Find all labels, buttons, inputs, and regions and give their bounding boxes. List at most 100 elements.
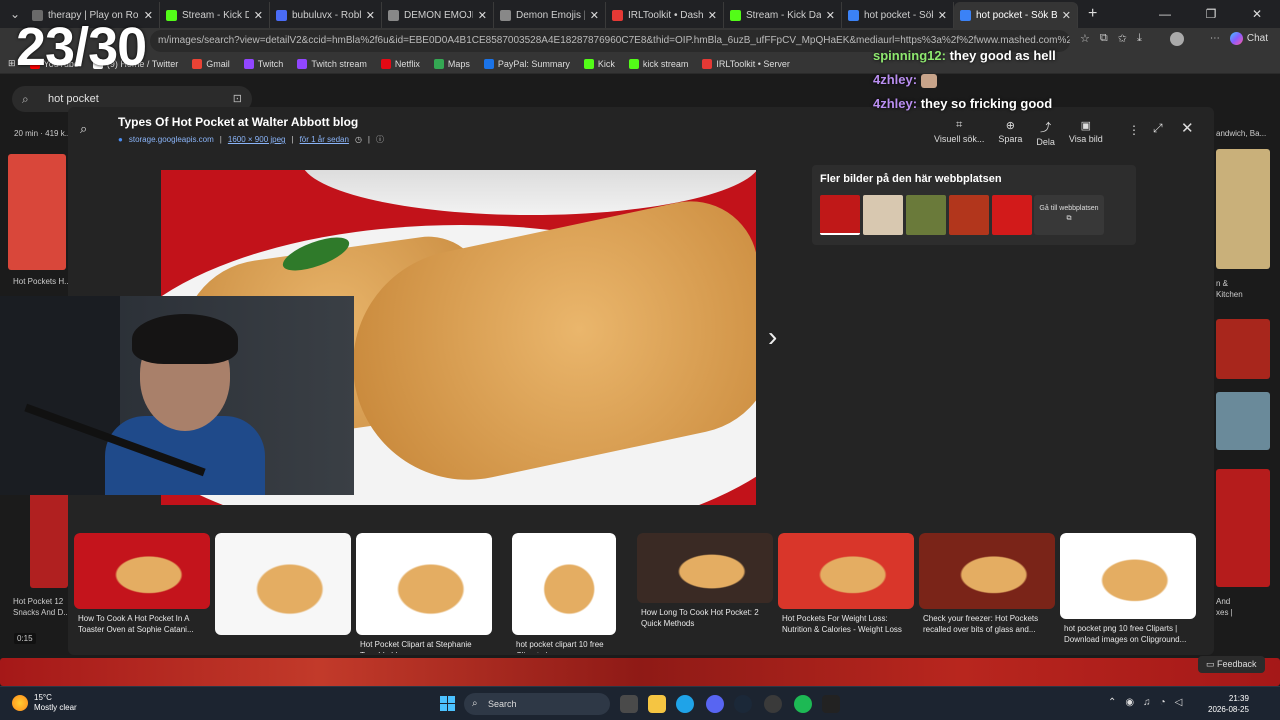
bookmark-item[interactable]: Twitch stream [297,58,367,69]
tray-app-icon[interactable]: ◉ [1125,697,1134,708]
image-dimensions[interactable]: 1600 × 900 jpeg [228,135,286,144]
related-image-thumb [74,533,210,609]
site-thumb[interactable] [820,195,860,235]
visual-search-button[interactable]: ⌗ Visuell sök... [934,119,984,147]
related-image-card[interactable]: hot pocket clipart 10 free Cliparts | [512,533,616,655]
modal-search-icon[interactable]: ⌕ [80,121,87,137]
bookmark-favicon-icon [380,58,391,69]
downloads-icon[interactable]: ⤓ [1137,32,1142,45]
task-view-icon[interactable] [620,695,638,713]
favorites-icon[interactable]: ✩ [1118,32,1127,45]
bookmark-item[interactable]: Kick [583,58,615,69]
close-tab-icon[interactable]: ✕ [590,9,599,22]
site-thumb[interactable] [863,195,903,235]
bg-result-thumb[interactable] [30,492,68,588]
close-tab-icon[interactable]: ✕ [254,9,263,22]
related-image-card[interactable]: Check your freezer: Hot Pockets recalled… [919,533,1055,655]
fullscreen-icon[interactable]: ⤢ [1153,121,1163,136]
save-button[interactable]: ⊕ Spara [998,119,1022,147]
related-image-card[interactable]: hot pocket png 10 free Cliparts | Downlo… [1060,533,1196,655]
bookmark-item[interactable]: Twitch [243,58,283,69]
info-icon[interactable]: ⓘ [376,134,384,145]
bookmark-label: Kick [597,58,615,69]
tray-chevron-icon[interactable]: ⌃ [1108,697,1116,708]
site-thumb[interactable] [992,195,1032,235]
close-tab-icon[interactable]: ✕ [708,9,717,22]
start-button-icon[interactable] [440,696,456,712]
chat-text: they so fricking good [920,96,1053,111]
bookmark-favicon-icon [243,58,254,69]
close-tab-icon[interactable]: ✕ [478,9,487,22]
bg-result-thumb[interactable] [8,154,66,270]
close-tab-icon[interactable]: ✕ [938,9,947,22]
more-icon[interactable]: ⋯ [1210,33,1220,44]
browser-tab[interactable]: Stream - Kick Dashboard ✕ [724,2,842,28]
browser-tab[interactable]: IRLToolkit • Dashboard ✕ [606,2,724,28]
close-window-icon[interactable]: ✕ [1234,0,1280,28]
browser-tab[interactable]: Stream - Kick Dashboard ✕ [160,2,270,28]
more-options-icon[interactable]: ⋮ [1128,123,1140,137]
bg-result-label: Hot Pockets H... [13,277,71,286]
bg-result-thumb[interactable] [1216,149,1270,269]
volume-icon[interactable]: ◁ [1175,697,1183,708]
apps-grid-icon[interactable]: ⊞ [8,58,16,69]
related-image-card[interactable] [215,533,351,655]
view-image-button[interactable]: ▣ Visa bild [1069,119,1103,147]
extensions-icon[interactable]: ⧉ [1100,32,1108,45]
search-icon: ⌕ [22,92,29,106]
close-tab-icon[interactable]: ✕ [366,9,375,22]
next-image-arrow-icon[interactable]: › [768,321,777,353]
bg-result-row-bottom[interactable] [0,658,1280,686]
terminal-icon[interactable] [822,695,840,713]
file-explorer-icon[interactable] [648,695,666,713]
maximize-icon[interactable]: ❐ [1188,0,1234,28]
related-image-card[interactable]: How To Cook A Hot Pocket In A Toaster Ov… [74,533,210,655]
wifi-icon[interactable]: ◔ [1160,697,1166,708]
bg-result-thumb[interactable] [1216,319,1270,379]
browser-tab[interactable]: Demon Emojis | 👿👹 ✕ [494,2,606,28]
obs-icon[interactable] [764,695,782,713]
edge-browser-icon[interactable] [676,695,694,713]
bookmark-item[interactable]: Maps [433,58,470,69]
related-image-card[interactable]: Hot Pocket Clipart at Stephanie Trumble … [356,533,492,655]
close-modal-icon[interactable]: ✕ [1181,119,1194,137]
taskbar: 15°C Mostly clear ⌕ Search ⌃ ◉ ♫ ◔ ◁ 21:39… [0,686,1280,720]
chat-button[interactable]: ⋯ Chat [1210,32,1268,45]
feedback-button[interactable]: ▭ Feedback [1198,656,1265,673]
go-to-site-button[interactable]: Gå till webbplatsen ⧉ [1034,195,1104,235]
browser-tab[interactable]: hot pocket - Sök ✕ [842,2,954,28]
related-image-card[interactable]: Hot Pockets For Weight Loss: Nutrition &… [778,533,914,655]
weather-icon [12,695,28,711]
bookmark-item[interactable]: Gmail [192,58,230,69]
tab-title: DEMON EMOJIO - Sök [404,9,473,21]
spotify-icon[interactable] [794,695,812,713]
action-label: Visuell sök... [934,134,985,144]
minimize-icon[interactable]: — [1142,0,1188,28]
bookmark-item[interactable]: PayPal: Summary [483,58,570,69]
bg-result-thumb[interactable] [1216,469,1270,587]
image-title[interactable]: Types Of Hot Pocket at Walter Abbott blo… [118,115,358,129]
site-thumb[interactable] [906,195,946,235]
weather-widget[interactable]: 15°C Mostly clear [12,693,77,713]
microphone-icon[interactable]: ♫ [1143,697,1151,708]
taskbar-search[interactable]: ⌕ Search [464,693,610,715]
profile-avatar[interactable] [1170,32,1184,46]
related-image-card[interactable]: How Long To Cook Hot Pocket: 2 Quick Met… [637,533,773,655]
image-source-link[interactable]: storage.googleapis.com [129,135,214,144]
bg-result-thumb[interactable] [1216,392,1270,450]
close-tab-icon[interactable]: ✕ [1062,9,1071,22]
steam-icon[interactable] [734,695,752,713]
discord-icon[interactable] [706,695,724,713]
new-tab-icon[interactable]: + [1088,5,1097,23]
browser-tab[interactable]: bubuluvx - Roblox ✕ [270,2,382,28]
tab-favicon-icon [276,9,287,21]
browser-tab[interactable]: DEMON EMOJIO - Sök ✕ [382,2,494,28]
bookmark-item[interactable]: IRLToolkit • Server [702,58,790,69]
bookmark-item[interactable]: Netflix [380,58,420,69]
share-button[interactable]: ⤴ Dela [1036,119,1055,147]
browser-tab[interactable]: hot pocket - Sök Bilder ✕ [954,2,1078,28]
bookmark-item[interactable]: kick stream [628,58,688,69]
close-tab-icon[interactable]: ✕ [826,9,835,22]
system-clock[interactable]: 21:39 2026-08-25 [1208,693,1249,715]
site-thumb[interactable] [949,195,989,235]
